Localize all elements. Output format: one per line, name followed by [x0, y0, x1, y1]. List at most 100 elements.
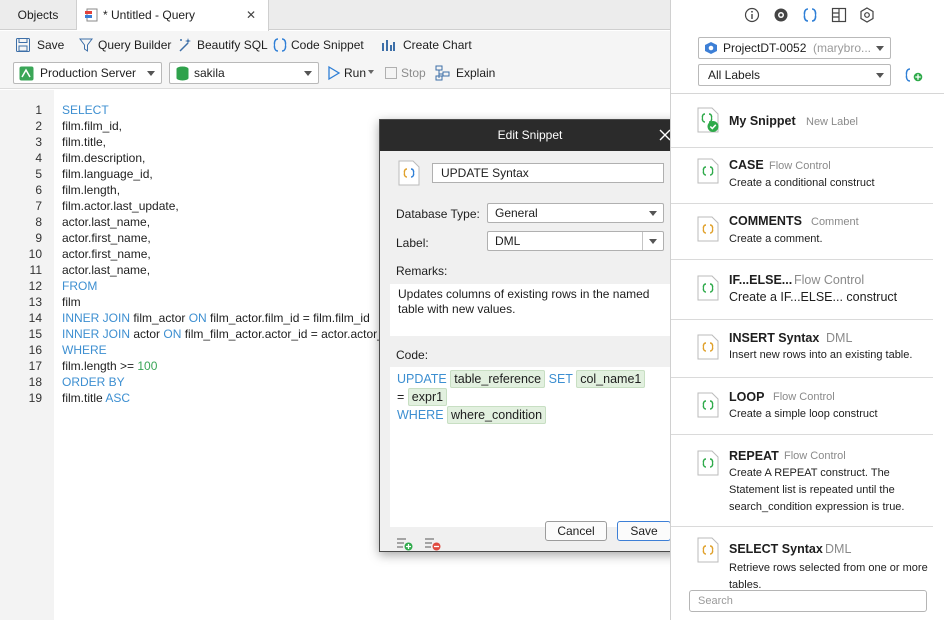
code-line: INNER JOIN actor ON film_film_actor.acto… [62, 327, 394, 341]
database-type-select[interactable]: General [487, 203, 664, 223]
chevron-down-icon [649, 239, 657, 244]
project-icon [705, 42, 717, 54]
code-label: Code: [396, 348, 429, 362]
code-snippet-icon[interactable] [802, 7, 818, 23]
line-number: 12 [28, 279, 42, 293]
code-line: film.language_id, [62, 167, 153, 181]
hexagon-icon[interactable] [859, 7, 875, 23]
code-line: actor.first_name, [62, 231, 151, 245]
placeholder-token[interactable]: expr1 [407, 388, 448, 406]
code-line: actor.first_name, [62, 247, 151, 261]
line-number: 13 [28, 295, 42, 309]
code-line: SELECT [62, 103, 109, 117]
project-select[interactable]: ProjectDT-0052 (marybro... [698, 37, 891, 59]
snippet-name: SELECT Syntax [729, 542, 823, 556]
eye-icon[interactable] [773, 7, 789, 23]
snippet-item[interactable]: CASE Flow Control Create a conditional c… [671, 148, 933, 204]
snippet-description: Create a simple loop construct [729, 408, 878, 420]
snippet-item[interactable]: My Snippet New Label [671, 94, 933, 148]
tab-objects[interactable]: Objects [0, 0, 77, 30]
dialog-title: Edit Snippet [497, 128, 563, 142]
snippet-item[interactable]: REPEAT Flow Control Create A REPEAT cons… [671, 435, 933, 527]
remarks-textarea[interactable]: Updates columns of existing rows in the … [390, 284, 670, 336]
database-select[interactable]: sakila [169, 62, 319, 84]
snippet-name: My Snippet [729, 114, 796, 128]
snippet-item[interactable]: COMMENTS Comment Create a comment. [671, 204, 933, 260]
beautify-sql-button[interactable]: Beautify SQL [177, 36, 268, 54]
label-field-label: Label: [396, 236, 429, 250]
line-number: 10 [28, 247, 42, 261]
editor-toolbar: Save Query Builder Beautify SQL Code Sni… [0, 31, 670, 59]
snippet-description: Create a comment. [729, 233, 823, 245]
connection-select[interactable]: Production Server [13, 62, 162, 84]
snippet-description: Create A REPEAT construct. The Statement… [729, 467, 905, 513]
snippet-item[interactable]: IF...ELSE... Flow Control Create a IF...… [671, 260, 933, 320]
line-number: 4 [35, 151, 42, 165]
placeholder-token[interactable]: col_name1 [576, 370, 646, 388]
snippet-name: IF...ELSE... [729, 273, 793, 287]
tab-query[interactable]: * Untitled - Query ✕ [77, 0, 269, 31]
snippet-label: Flow Control [794, 273, 865, 287]
snippet-item[interactable]: LOOP Flow Control Create a simple loop c… [671, 378, 933, 435]
snippet-file-icon [697, 392, 719, 418]
snippet-item[interactable]: INSERT Syntax DML Insert new rows into a… [671, 320, 933, 378]
snippet-item[interactable]: SELECT Syntax DML Retrieve rows selected… [671, 527, 933, 588]
code-textarea[interactable]: UPDATE table_reference SET col_name1 = e… [390, 367, 670, 527]
panel-toolbar [671, 0, 944, 32]
query-builder-button[interactable]: Query Builder [78, 36, 173, 54]
snippet-label: New Label [806, 116, 858, 128]
line-number: 6 [35, 183, 42, 197]
run-button[interactable]: Run [327, 64, 377, 82]
placeholder-token[interactable]: where_condition [447, 406, 547, 424]
snippet-file-icon [398, 160, 420, 186]
line-number: 5 [35, 167, 42, 181]
search-input[interactable]: Search [689, 590, 927, 612]
server-icon [19, 66, 34, 81]
snippet-label: Flow Control [769, 160, 831, 172]
line-number: 2 [35, 119, 42, 133]
edit-snippet-dialog: Edit Snippet UPDATE Syntax Database Type… [379, 119, 681, 552]
snippet-name: LOOP [729, 390, 765, 404]
add-snippet-icon[interactable] [904, 67, 924, 83]
tab-bar: Objects * Untitled - Query ✕ [0, 0, 670, 31]
placeholder-token[interactable]: table_reference [450, 370, 546, 388]
code-snippet-button[interactable]: Code Snippet [272, 36, 364, 54]
line-number: 9 [35, 231, 42, 245]
play-icon [328, 65, 341, 81]
snippet-file-icon [697, 107, 719, 133]
tab-query-label: * Untitled - Query [103, 8, 196, 22]
label-select[interactable]: DML [487, 231, 664, 251]
snippet-label: Flow Control [784, 450, 846, 462]
line-number: 8 [35, 215, 42, 229]
save-button[interactable]: Save [617, 521, 671, 541]
cancel-button[interactable]: Cancel [545, 521, 607, 541]
explain-button[interactable]: Explain [435, 64, 497, 82]
snippet-panel: ProjectDT-0052 (marybro... All Labels My… [670, 0, 944, 620]
create-chart-button[interactable]: Create Chart [380, 36, 472, 54]
stop-button[interactable]: Stop [385, 64, 430, 82]
database-icon [176, 66, 189, 81]
snippet-name-input[interactable]: UPDATE Syntax [432, 163, 664, 183]
line-number: 17 [28, 359, 42, 373]
code-line: film.title ASC [62, 391, 131, 405]
snippet-file-icon [697, 334, 719, 360]
chevron-down-icon [368, 70, 374, 74]
code-line: WHERE where_condition [397, 406, 547, 424]
labels-filter-select[interactable]: All Labels [698, 64, 891, 86]
code-line: WHERE [62, 343, 107, 357]
snippet-list: My Snippet New Label CASE Flow Control C… [671, 93, 944, 588]
info-icon[interactable] [744, 7, 760, 23]
save-button[interactable]: Save [15, 36, 67, 54]
database-type-label: Database Type: [396, 207, 480, 221]
line-number: 18 [28, 375, 42, 389]
code-line: actor.last_name, [62, 263, 151, 277]
snippet-name: REPEAT [729, 449, 779, 463]
add-placeholder-icon[interactable] [396, 536, 414, 552]
remarks-label: Remarks: [396, 264, 448, 278]
columns-icon[interactable] [831, 7, 847, 23]
remove-placeholder-icon[interactable] [424, 536, 442, 552]
dialog-title-bar: Edit Snippet [380, 120, 680, 151]
snippet-description: Create a IF...ELSE... construct [729, 290, 898, 304]
snippet-description: Create a conditional construct [729, 177, 875, 189]
close-icon[interactable]: ✕ [246, 0, 256, 30]
